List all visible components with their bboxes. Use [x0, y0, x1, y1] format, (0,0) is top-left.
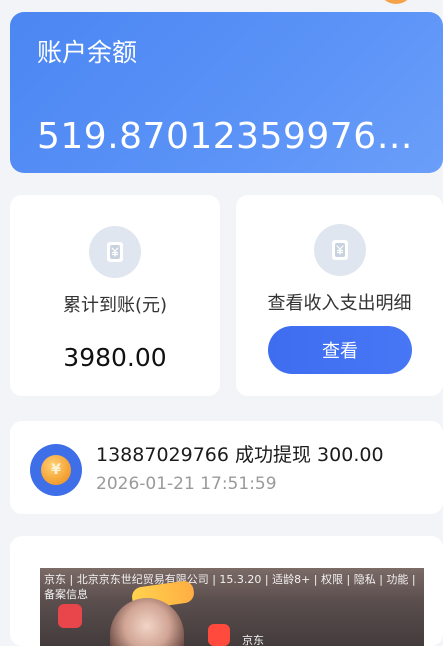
total-received-label: 累计到账(元) [62, 295, 168, 316]
ad-card: 京东 | 北京京东世纪贸易有限公司 | 15.3.20 | 适龄8+ | 权限 … [10, 536, 443, 646]
view-details-button[interactable]: 查看 [268, 326, 412, 374]
notice-message: 13887029766 成功提现 300.00 [96, 444, 384, 466]
notice-time: 2026-01-21 17:51:59 [96, 474, 277, 494]
coin-symbol: ¥ [41, 455, 71, 485]
total-received-value: 3980.00 [63, 343, 167, 372]
coin-document-icon [89, 226, 141, 278]
jd-logo-icon [208, 624, 230, 646]
coin-document-icon [314, 224, 366, 276]
account-balance-card: 账户余额 519.8701235997687.. [10, 12, 443, 173]
details-label: 查看收入支出明细 [267, 293, 412, 314]
balance-title: 账户余额 [37, 38, 138, 67]
ad-info-text[interactable]: 京东 | 北京京东世纪贸易有限公司 | 15.3.20 | 适龄8+ | 权限 … [44, 572, 422, 602]
total-received-card: 累计到账(元) 3980.00 [10, 195, 220, 396]
app-logo-icon [58, 604, 82, 628]
top-strip [0, 0, 443, 10]
ad-banner[interactable]: 京东 | 北京京东世纪贸易有限公司 | 15.3.20 | 适龄8+ | 权限 … [40, 568, 424, 646]
details-card: 查看收入支出明细 查看 [236, 195, 443, 396]
ad-tail-text: 京东 [242, 634, 264, 646]
withdrawal-notice-card: ¥ 13887029766 成功提现 300.00 2026-01-21 17:… [10, 421, 443, 514]
balance-value: 519.8701235997687.. [37, 116, 432, 157]
gold-coin-icon: ¥ [30, 444, 82, 496]
